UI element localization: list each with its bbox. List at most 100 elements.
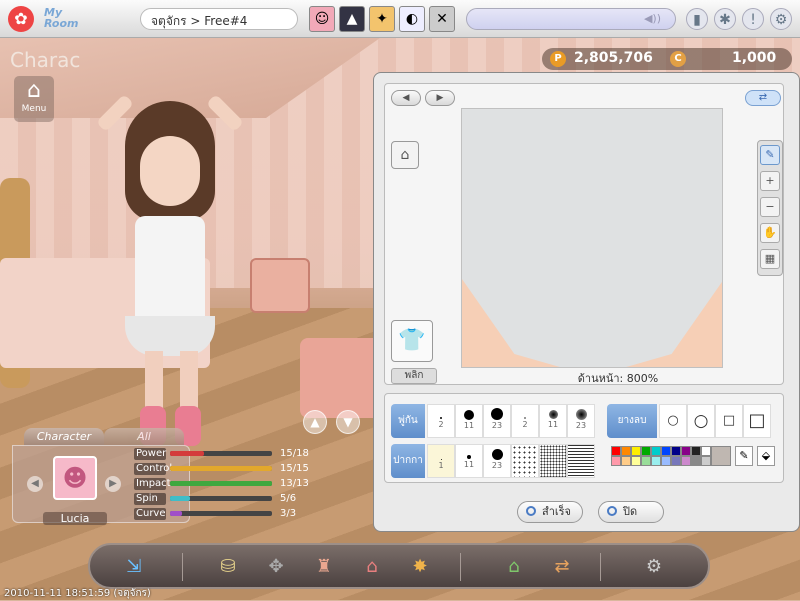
transfer-icon[interactable]: ⇄ [546,551,578,583]
pen-pattern-sparse[interactable] [511,444,539,478]
card-pack-icon[interactable]: ✸ [404,551,436,583]
brush-size-option[interactable]: 23 [567,404,595,438]
system-menu-icon[interactable]: ⚙ [638,551,670,583]
palette-swatch[interactable] [681,446,691,456]
grid-icon[interactable]: ▦ [760,249,780,269]
shirt-thumbnail-icon[interactable]: 👕 [391,320,433,362]
stat-bar [170,481,272,486]
avatar-slot-icon[interactable]: ☺ [309,6,335,32]
outfit-slot-icon[interactable]: ▲ [339,6,365,32]
eraser-small-circle-icon[interactable]: ○ [659,404,687,438]
palette-swatch[interactable] [631,446,641,456]
pen-size-option[interactable]: 1 [427,444,455,478]
settings-gear-icon[interactable]: ⚙ [770,8,792,30]
flip-button[interactable]: พลิก [391,368,437,384]
palette-swatch[interactable] [671,446,681,456]
palette-swatch[interactable] [611,456,621,466]
brush-size-option[interactable]: 11 [455,404,483,438]
brush-size-label: 11 [463,421,475,430]
inventory-icon[interactable]: ▮ [686,8,708,30]
palette-swatch[interactable] [641,446,651,456]
cash-icon: C [670,51,686,67]
home-logo-icon: ✿ [8,6,34,32]
close-button[interactable]: ปิด [598,501,664,523]
emote-slot-icon[interactable]: ◐ [399,6,425,32]
brush-size-option[interactable]: 2 [427,404,455,438]
home-go-icon[interactable]: ⌂ [498,551,530,583]
close-slot-icon[interactable]: ✕ [429,6,455,32]
canvas-panel: ◀ ▶ ⇄ ⌂ ✎ + − ✋ ▦ 👕 พลิก ด้านหน้า: 800% [384,83,784,385]
chat-input[interactable]: ◀)) [466,8,676,30]
palette-swatch[interactable] [671,456,681,466]
fill-bucket-icon[interactable]: ⬙ [757,446,775,466]
zoom-in-icon[interactable]: + [760,171,780,191]
tab-character[interactable]: Character [24,428,104,446]
exit-door-icon[interactable]: ⇲ [118,551,150,583]
palette-swatch[interactable] [681,456,691,466]
ok-button[interactable]: สำเร็จ [517,501,583,523]
brush-size-option[interactable]: 23 [483,404,511,438]
shop-icon[interactable]: ⛁ [212,551,244,583]
tools-panel: พู่กัน 2 11 23 2 11 23 ยางลบ ○ ○ □ □ ปาก… [384,393,784,483]
pen-dot [440,459,442,460]
pen-pattern-dense[interactable] [539,444,567,478]
pen-tab[interactable]: ปากกา [391,444,425,478]
alert-icon[interactable]: ! [742,8,764,30]
hand-pan-icon[interactable]: ✋ [760,223,780,243]
paint-editor-window: ◀ ▶ ⇄ ⌂ ✎ + − ✋ ▦ 👕 พลิก ด้านหน้า: 800% … [373,72,800,532]
palette-swatch[interactable] [621,456,631,466]
eraser-large-square-icon[interactable]: □ [743,404,771,438]
color-palette[interactable] [611,446,711,470]
closet-icon[interactable]: ♜ [308,551,340,583]
palette-swatch[interactable] [691,456,701,466]
next-arrow-button[interactable]: ▶ [425,90,455,106]
scroll-down-icon[interactable]: ▼ [336,410,360,434]
brush-dot [464,410,474,420]
eraser-large-circle-icon[interactable]: ○ [687,404,715,438]
myroom-icon[interactable]: ⌂ [356,551,388,583]
palette-swatch[interactable] [631,456,641,466]
drawing-canvas[interactable] [461,108,723,368]
palette-swatch[interactable] [701,456,711,466]
pencil-tool-icon[interactable]: ✎ [760,145,780,165]
scroll-up-icon[interactable]: ▲ [303,410,327,434]
zoom-out-icon[interactable]: − [760,197,780,217]
zoom-readout: ด้านหน้า: 800% [568,369,668,385]
menu-button[interactable]: ⌂ Menu [14,76,54,122]
prev-arrow-button[interactable]: ◀ [391,90,421,106]
eyedropper-icon[interactable]: ✎ [735,446,753,466]
location-breadcrumb[interactable]: จตุจักร > Free#4 [140,8,298,30]
tab-all[interactable]: All [104,428,184,446]
points-value: 2,805,706 [574,50,653,66]
palette-swatch[interactable] [641,456,651,466]
palette-swatch[interactable] [661,456,671,466]
suitcase [250,258,310,313]
stat-label: Control [134,463,173,475]
pets-icon[interactable]: ✥ [260,551,292,583]
pen-size-option[interactable]: 11 [455,444,483,478]
taskbar-divider [460,553,461,581]
swap-view-button[interactable]: ⇄ [745,90,781,106]
brush-tab[interactable]: พู่กัน [391,404,425,438]
eraser-small-square-icon[interactable]: □ [715,404,743,438]
card-slot-icon[interactable]: ✦ [369,6,395,32]
palette-swatch[interactable] [651,446,661,456]
pen-size-option[interactable]: 23 [483,444,511,478]
layer-button[interactable]: ⌂ [391,141,419,169]
canvas-skin-area [462,279,722,367]
palette-swatch[interactable] [691,446,701,456]
stat-row: Power 15/18 [134,448,309,462]
palette-swatch[interactable] [611,446,621,456]
pen-dot [467,455,471,459]
my-room-logo[interactable]: ✿ My Room [8,4,88,34]
community-icon[interactable]: ✱ [714,8,736,30]
brush-size-option[interactable]: 11 [539,404,567,438]
brush-size-option[interactable]: 2 [511,404,539,438]
palette-swatch[interactable] [621,446,631,456]
palette-swatch[interactable] [651,456,661,466]
eraser-tab[interactable]: ยางลบ [607,404,657,438]
palette-swatch[interactable] [701,446,711,456]
pen-pattern-lines[interactable] [567,444,595,478]
character-face [140,136,200,206]
palette-swatch[interactable] [661,446,671,456]
